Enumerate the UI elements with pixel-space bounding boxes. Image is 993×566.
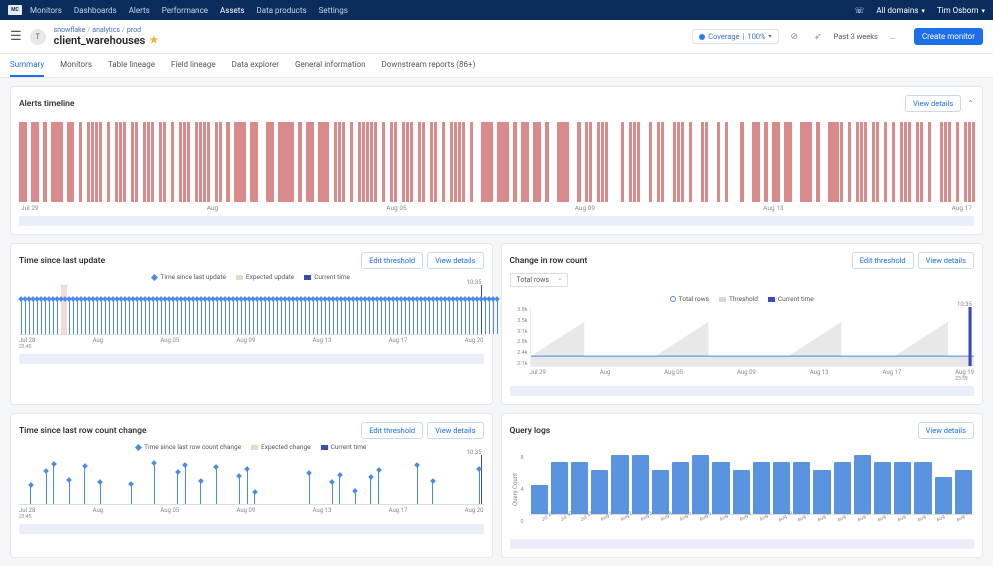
nav-dashboards[interactable]: Dashboards: [74, 4, 117, 17]
content: Alerts timeline View details ⌃ Jul 29Aug…: [0, 78, 993, 566]
alerts-timeline-card: Alerts timeline View details ⌃ Jul 29Aug…: [10, 86, 983, 235]
view-details-button[interactable]: View details: [918, 252, 974, 269]
domain-selector[interactable]: All domains▾: [876, 6, 925, 15]
breadcrumb-item[interactable]: snowflake: [54, 26, 86, 34]
chevron-down-icon: ▾: [769, 33, 772, 40]
date-range-selector[interactable]: Past 3 weeks: [834, 32, 878, 41]
edit-threshold-button[interactable]: Edit threshold: [361, 422, 423, 439]
tab-downstream-reports[interactable]: Downstream reports (86+): [382, 54, 476, 77]
ring-icon: [670, 296, 676, 302]
nav-performance[interactable]: Performance: [162, 4, 208, 17]
y-axis-label: Query Count: [510, 455, 519, 525]
time-scrubber[interactable]: [19, 354, 484, 364]
swatch-icon: [719, 297, 726, 302]
nav-monitors[interactable]: Monitors: [30, 4, 62, 17]
create-monitor-button[interactable]: Create monitor: [914, 28, 983, 45]
coverage-badge[interactable]: Coverage |100% ▾: [692, 29, 778, 44]
bell-icon[interactable]: ☏︎: [854, 6, 864, 15]
chevron-down-icon: ▾: [981, 7, 985, 15]
row-count-card: Change in row count Edit threshold View …: [501, 243, 984, 405]
nav-assets[interactable]: Assets: [220, 4, 244, 17]
top-navbar: MC Monitors Dashboards Alerts Performanc…: [0, 0, 993, 20]
tab-table-lineage[interactable]: Table lineage: [108, 54, 155, 77]
view-details-button[interactable]: View details: [918, 422, 974, 439]
x-axis: Jul 2823:45 AugAug 05Aug 09Aug 13Aug 17A…: [19, 337, 484, 350]
share-icon[interactable]: ➶: [810, 32, 826, 42]
current-time-line: [481, 455, 482, 504]
pin-icon[interactable]: ⊘: [787, 32, 803, 42]
avatar[interactable]: T: [30, 29, 46, 45]
x-axis: Jul 29Jul 30Jul 31Aug 1Aug 2Aug 3Aug 4Au…: [529, 515, 975, 525]
diamond-icon: [151, 273, 158, 280]
card-title: Query logs: [510, 426, 914, 436]
row-count-chart: [530, 307, 975, 367]
app-logo[interactable]: MC: [8, 5, 22, 15]
time-since-update-chart: [19, 285, 484, 335]
time-scrubber[interactable]: [510, 386, 975, 396]
card-title: Change in row count: [510, 256, 848, 266]
nav-data-products[interactable]: Data products: [257, 4, 307, 17]
star-icon[interactable]: ★: [149, 35, 158, 46]
swatch-icon: [251, 445, 258, 450]
breadcrumb: snowflake/analytics/prod: [54, 26, 685, 34]
edit-threshold-button[interactable]: Edit threshold: [852, 252, 914, 269]
time-since-update-card: Time since last update Edit threshold Vi…: [10, 243, 493, 405]
card-title: Time since last update: [19, 256, 357, 266]
time-scrubber[interactable]: [19, 216, 974, 226]
y-axis-ticks: 840: [521, 455, 524, 525]
chart-legend: Time since last row count change Expecte…: [19, 443, 484, 451]
diamond-icon: [135, 443, 142, 450]
coverage-dot-icon: [699, 34, 705, 40]
chevron-down-icon: ▾: [921, 7, 925, 15]
query-logs-card: Query logs View details Query Count 840 …: [501, 413, 984, 558]
alerts-x-axis: Jul 29AugAug 05Aug 09Aug 13Aug 17: [19, 204, 974, 212]
y-axis-ticks: 3.8k3.5k3.1k2.8k2.4k2.1k: [510, 307, 528, 367]
tab-monitors[interactable]: Monitors: [60, 54, 92, 77]
view-details-button[interactable]: View details: [905, 95, 961, 112]
view-details-button[interactable]: View details: [427, 422, 483, 439]
page-header: ☰ T snowflake/analytics/prod client_ware…: [0, 20, 993, 54]
swatch-icon: [304, 275, 311, 280]
more-icon[interactable]: …: [886, 32, 900, 42]
x-axis: Jul 29AugAug 05Aug 09Aug 13Aug 17 Aug 19…: [530, 369, 975, 382]
tab-summary[interactable]: Summary: [10, 54, 44, 77]
card-title: Alerts timeline: [19, 99, 901, 109]
time-scrubber[interactable]: [19, 524, 484, 534]
chevron-up-icon[interactable]: ⌃: [967, 99, 974, 108]
row-count-change-card: Time since last row count change Edit th…: [10, 413, 493, 558]
anomaly-highlight: [61, 285, 67, 334]
row-count-change-chart: [19, 455, 484, 505]
nav-settings[interactable]: Settings: [319, 4, 348, 17]
page-title: client_warehouses ★: [54, 34, 685, 47]
card-title: Time since last row count change: [19, 426, 357, 436]
swatch-icon: [236, 275, 243, 280]
nav-items: Monitors Dashboards Alerts Performance A…: [30, 4, 854, 17]
chart-legend: Time since last update Expected update C…: [19, 273, 484, 281]
tab-bar: Summary Monitors Table lineage Field lin…: [0, 54, 993, 78]
tab-field-lineage[interactable]: Field lineage: [171, 54, 216, 77]
chart-legend: Total rows Threshold Current time: [510, 295, 975, 303]
view-details-button[interactable]: View details: [427, 252, 483, 269]
hamburger-icon[interactable]: ☰: [10, 29, 22, 44]
tab-general-information[interactable]: General information: [295, 54, 366, 77]
x-axis: Jul 2823:45 AugAug 05Aug 09Aug 13Aug 17A…: [19, 507, 484, 520]
swatch-icon: [321, 445, 328, 450]
current-time-line: [481, 285, 482, 334]
edit-threshold-button[interactable]: Edit threshold: [361, 252, 423, 269]
alerts-timeline-chart: [19, 122, 974, 202]
nav-alerts[interactable]: Alerts: [129, 4, 150, 17]
tab-data-explorer[interactable]: Data explorer: [232, 54, 279, 77]
swatch-icon: [768, 297, 775, 302]
time-scrubber[interactable]: [510, 539, 975, 549]
breadcrumb-item[interactable]: prod: [127, 26, 141, 34]
metric-selector[interactable]: Total rows: [510, 273, 569, 287]
query-logs-chart: [529, 455, 975, 515]
user-menu[interactable]: Tim Osborn▾: [937, 6, 985, 15]
breadcrumb-item[interactable]: analytics: [92, 26, 120, 34]
